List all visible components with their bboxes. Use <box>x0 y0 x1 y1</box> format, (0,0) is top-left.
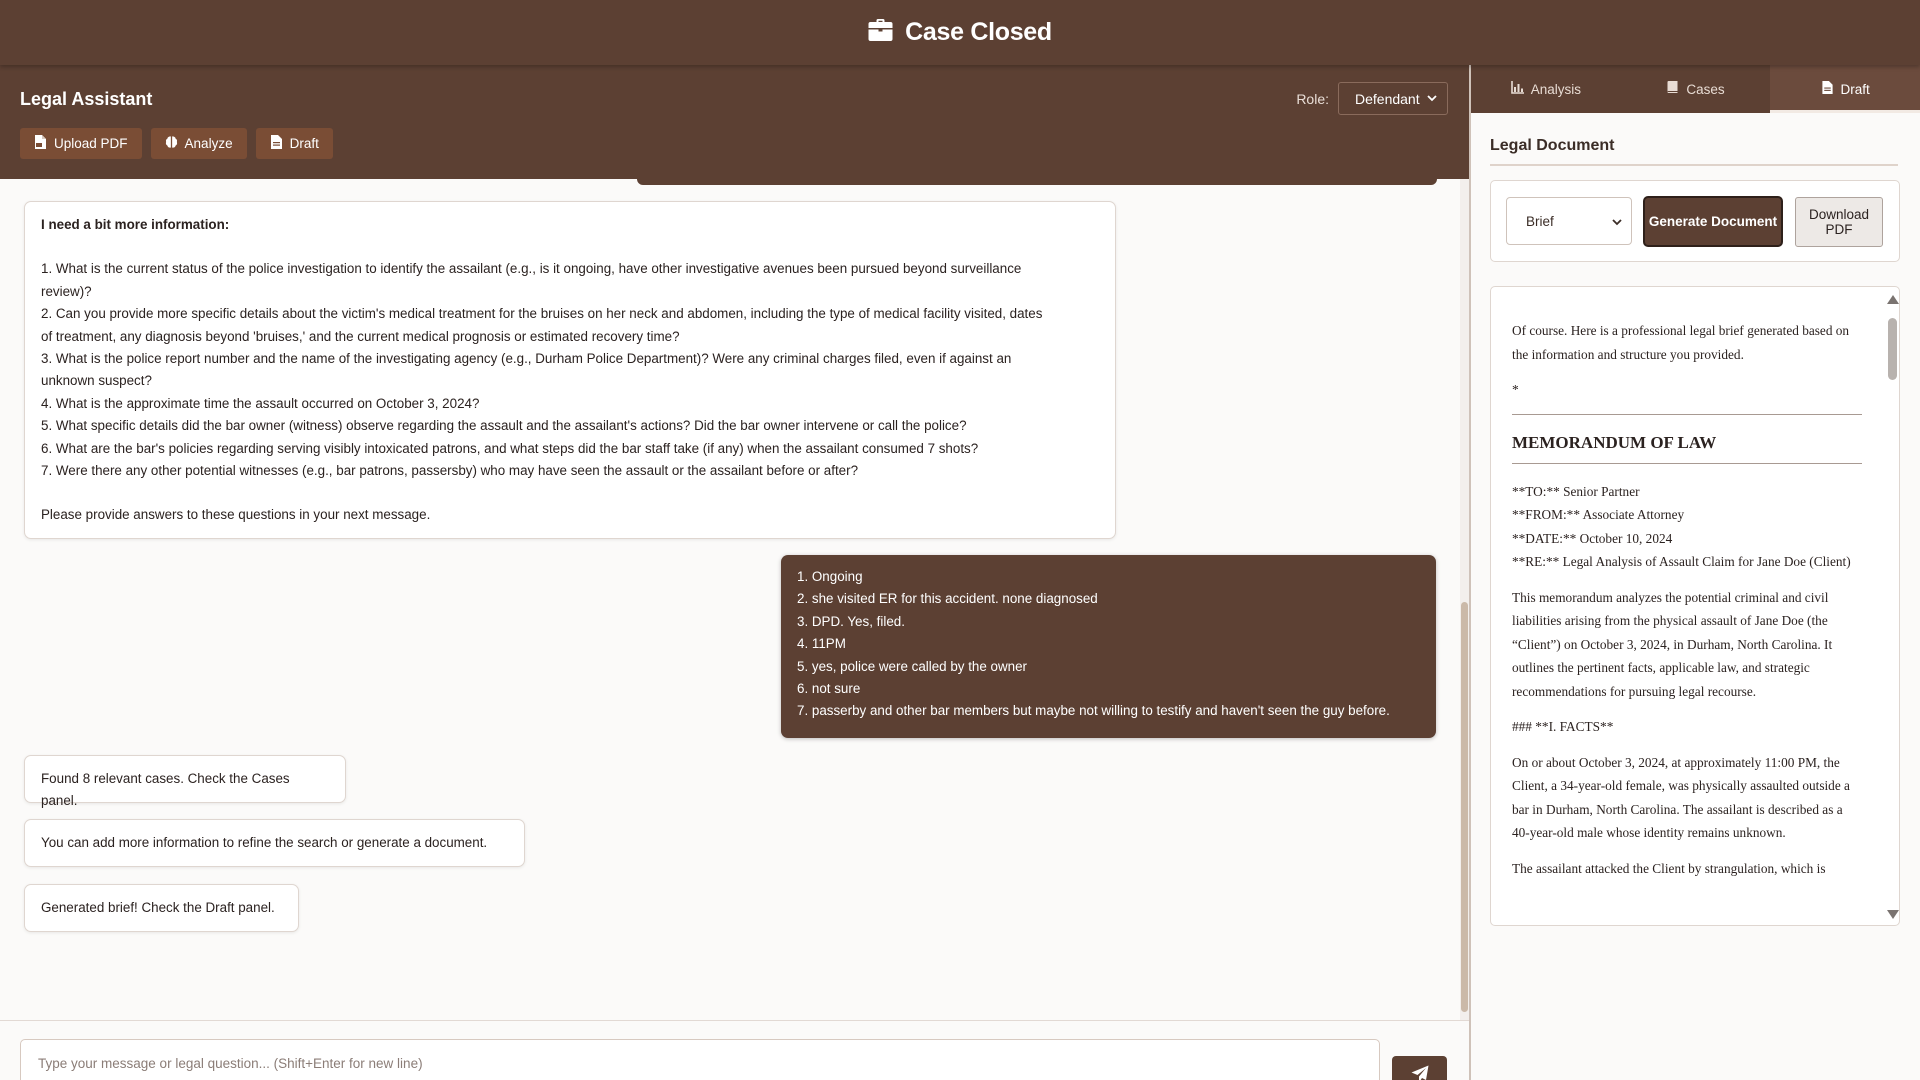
message-composer: Type your message or legal question... (… <box>0 1021 1469 1080</box>
tab-cases-label: Cases <box>1686 81 1725 97</box>
generated-text: Generated brief! Check the Draft panel. <box>41 900 275 915</box>
draft-label: Draft <box>289 136 319 151</box>
doc-facts-heading: ### **I. FACTS** <box>1512 719 1614 734</box>
generate-document-button[interactable]: Generate Document <box>1643 196 1783 247</box>
doc-heading: MEMORANDUM OF LAW <box>1512 432 1717 452</box>
chat-messages[interactable]: I need a bit more information: 1. What i… <box>0 179 1469 1021</box>
doc-divider <box>1512 462 1862 464</box>
doc-date: **DATE:** October 10, 2024 <box>1512 530 1673 546</box>
role-label: Role: <box>1296 90 1329 107</box>
right-panel: Analysis Cases Draft Legal Document Brie… <box>1471 65 1920 1080</box>
app-bar: Case Closed <box>0 0 1920 65</box>
chevron-down-icon <box>1427 93 1437 105</box>
found-cases-text: Found 8 relevant cases. Check the Cases … <box>41 771 294 809</box>
doc-asterisk: * <box>1512 382 1519 397</box>
chat-header: Legal Assistant Role: Defendant Upload P… <box>0 65 1469 179</box>
document-type-value: Brief <box>1526 213 1554 229</box>
role-value: Defendant <box>1355 90 1420 107</box>
user-answer-line: 3. DPD. Yes, filed. <box>797 613 905 629</box>
info-question-line: unknown suspect? <box>41 373 152 389</box>
previous-user-message <box>637 179 1437 185</box>
doc-facts: On or about October 3, 2024, at approxim… <box>1512 754 1850 841</box>
refine-text: You can add more information to refine t… <box>41 835 488 850</box>
info-question-line: 1. What is the current status of the pol… <box>41 261 1022 277</box>
info-question-line: 2. Can you provide more specific details… <box>41 306 1043 322</box>
document-type-select[interactable]: Brief <box>1506 197 1632 245</box>
panel-title: Legal Document <box>1490 137 1615 154</box>
doc-re: **RE:** Legal Analysis of Assault Claim … <box>1512 554 1851 569</box>
paper-plane-icon <box>1411 1065 1429 1080</box>
document-icon <box>1821 81 1834 97</box>
assistant-message-generated: Generated brief! Check the Draft panel. <box>24 884 299 932</box>
doc-cutoff: The assailant attacked the Client by str… <box>1512 860 1826 876</box>
app-title: Case Closed <box>905 18 1052 46</box>
chat-column: Legal Assistant Role: Defendant Upload P… <box>0 65 1469 1080</box>
info-question-line: review)? <box>41 283 92 299</box>
scroll-down-arrow-icon[interactable] <box>1887 910 1899 919</box>
book-icon <box>1666 81 1679 97</box>
document-scrollbar[interactable] <box>1887 293 1899 921</box>
tab-draft-label: Draft <box>1840 81 1870 97</box>
role-selector: Role: Defendant <box>1296 82 1448 115</box>
tab-analysis[interactable]: Analysis <box>1471 65 1621 113</box>
analyze-button[interactable]: Analyze <box>150 128 247 159</box>
panel-title-divider <box>1490 164 1898 166</box>
user-answer-line: 6. not sure <box>797 681 861 697</box>
send-button[interactable] <box>1392 1056 1447 1080</box>
draft-button[interactable]: Draft <box>255 128 333 159</box>
assistant-message-info-request: I need a bit more information: 1. What i… <box>24 201 1116 539</box>
scroll-up-arrow-icon[interactable] <box>1887 295 1899 304</box>
document-icon <box>270 135 283 152</box>
chat-header-title: Legal Assistant <box>20 89 153 109</box>
info-question-line: 3. What is the police report number and … <box>41 351 1012 367</box>
assistant-message-found-cases: Found 8 relevant cases. Check the Cases … <box>24 755 346 808</box>
user-answer-line: 4. 11PM <box>797 636 846 652</box>
tab-analysis-label: Analysis <box>1530 81 1581 97</box>
info-request-closing: Please provide answers to these question… <box>41 507 431 523</box>
doc-to: **TO:** Senior Partner <box>1512 483 1640 499</box>
user-answer-line: 2. she visited ER for this accident. non… <box>797 591 1098 607</box>
chart-icon <box>1510 81 1524 97</box>
doc-divider <box>1512 413 1862 415</box>
chat-scrollbar-thumb[interactable] <box>1461 602 1468 1012</box>
role-select[interactable]: Defendant <box>1338 82 1448 115</box>
app-brand: Case Closed <box>868 18 1052 47</box>
info-request-heading: I need a bit more information: <box>41 217 230 232</box>
doc-summary: This memorandum analyzes the potential c… <box>1512 589 1833 699</box>
document-preview[interactable]: Of course. Here is a professional legal … <box>1490 286 1900 926</box>
document-content: Of course. Here is a professional legal … <box>1512 287 1862 892</box>
briefcase-icon <box>868 19 893 46</box>
info-question-line: 6. What are the bar's policies regarding… <box>41 440 979 456</box>
upload-pdf-label: Upload PDF <box>54 136 128 151</box>
chevron-down-icon <box>1612 214 1622 229</box>
pdf-file-icon <box>34 135 47 152</box>
upload-pdf-button[interactable]: Upload PDF <box>20 128 142 159</box>
user-message-answers: 1. Ongoing 2. she visited ER for this ac… <box>781 555 1436 738</box>
doc-from: **FROM:** Associate Attorney <box>1512 507 1685 522</box>
user-answer-line: 7. passerby and other bar members but ma… <box>797 703 1390 719</box>
panel-tabs: Analysis Cases Draft <box>1471 65 1920 113</box>
info-question-line: of treatment, any diagnosis beyond 'brui… <box>41 328 680 344</box>
info-question-line: 5. What specific details did the bar own… <box>41 418 967 434</box>
document-scrollbar-thumb[interactable] <box>1888 318 1897 380</box>
user-answer-line: 1. Ongoing <box>797 569 863 584</box>
user-answer-line: 5. yes, police were called by the owner <box>797 658 1027 674</box>
info-question-line: 7. Were there any other potential witnes… <box>41 463 859 479</box>
message-input[interactable]: Type your message or legal question... (… <box>20 1039 1380 1080</box>
assistant-message-refine: You can add more information to refine t… <box>24 819 525 867</box>
document-controls: Brief Generate Document Download PDF <box>1490 180 1900 262</box>
doc-intro: Of course. Here is a professional legal … <box>1512 323 1850 362</box>
tab-cases[interactable]: Cases <box>1621 65 1771 113</box>
download-pdf-button[interactable]: Download PDF <box>1795 197 1883 247</box>
tab-draft[interactable]: Draft <box>1770 65 1920 113</box>
chat-scrollbar[interactable] <box>1460 179 1469 1020</box>
analyze-label: Analyze <box>184 136 233 151</box>
brain-icon <box>165 135 178 152</box>
info-question-line: 4. What is the approximate time the assa… <box>41 395 480 411</box>
header-actions: Upload PDF Analyze Draft <box>20 128 333 159</box>
